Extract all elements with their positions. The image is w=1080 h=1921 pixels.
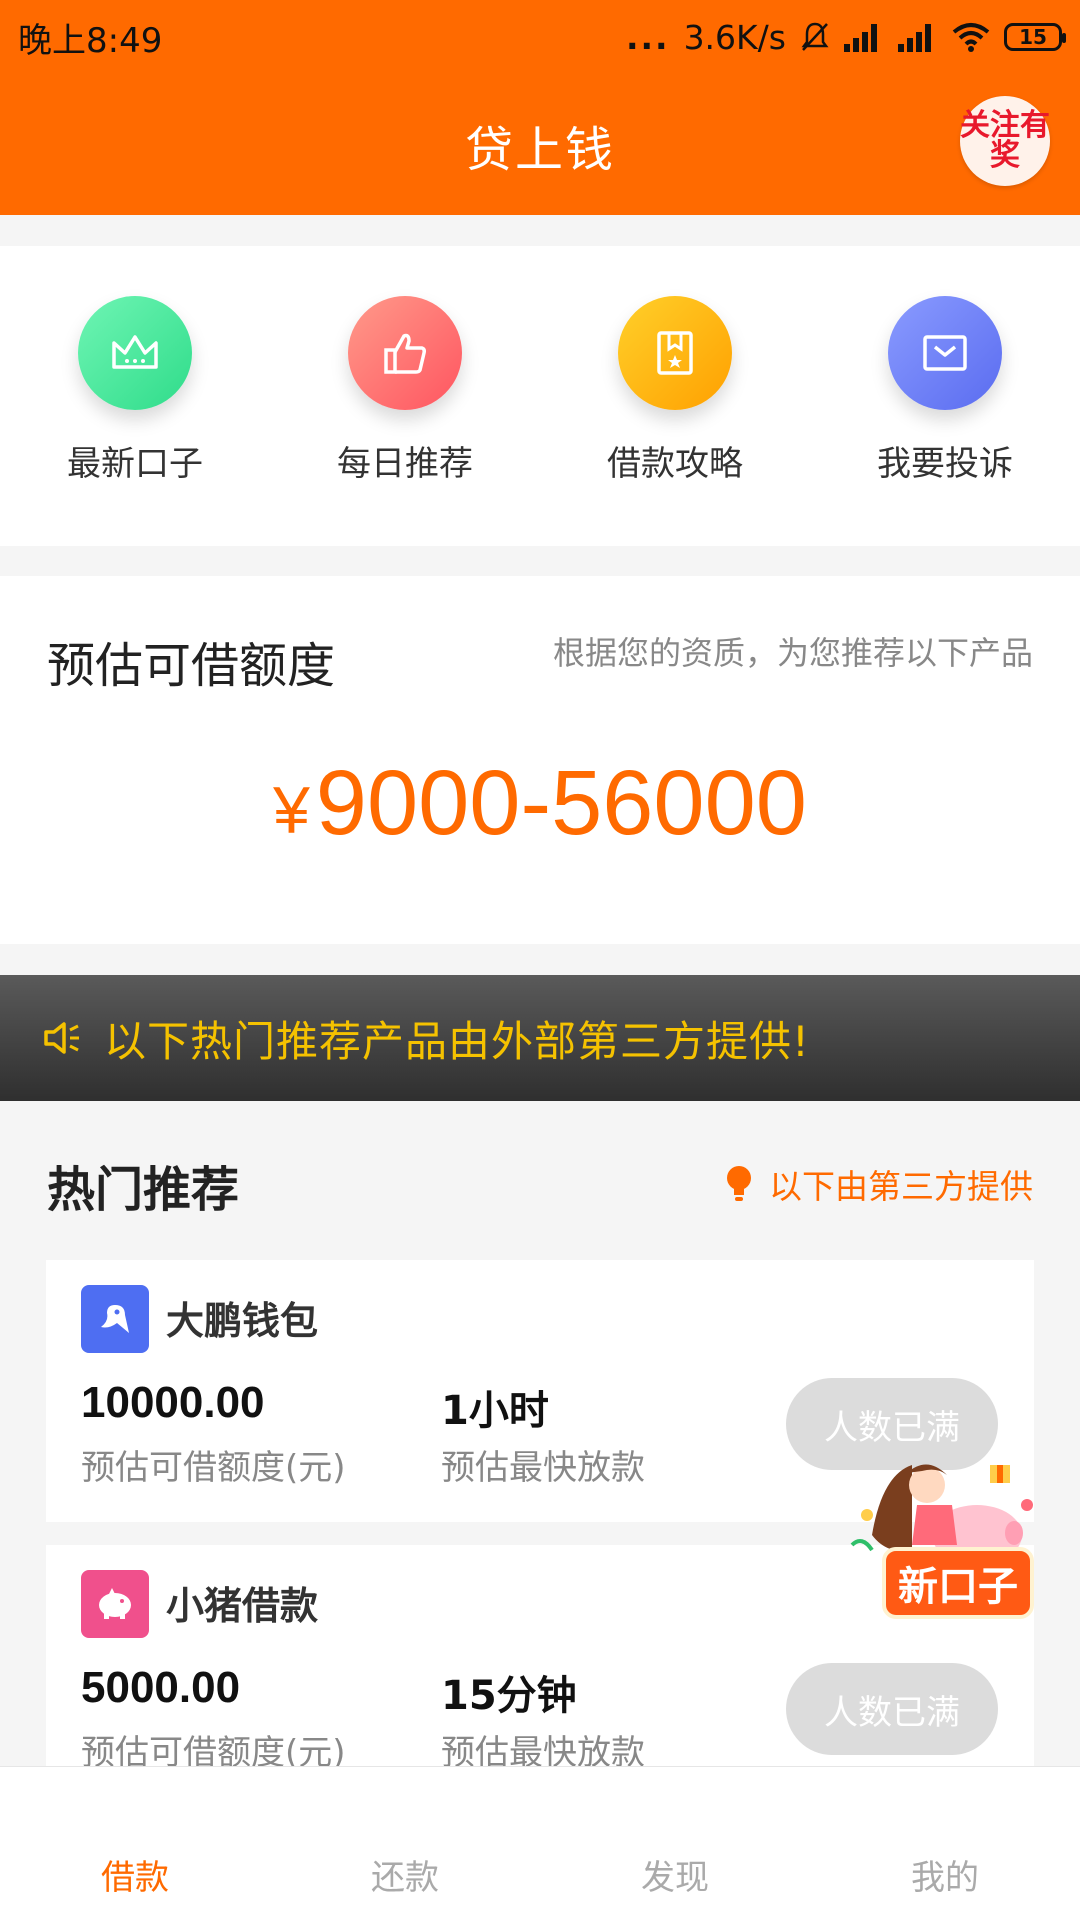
estimate-panel: 预估可借额度 根据您的资质，为您推荐以下产品 ¥9000-56000 [0, 576, 1080, 944]
float-ad-label: 新口子 [882, 1547, 1034, 1619]
quick-action-label: 最新口子 [67, 444, 203, 484]
nav-tab-repay[interactable]: 还款 [270, 1850, 540, 1921]
product-time: 1小时 [441, 1388, 549, 1434]
product-amount-label: 预估可借额度(元) [81, 1448, 346, 1488]
notice-text: 以下热门推荐产品由外部第三方提供! [104, 1016, 810, 1066]
battery-level: 15 [1019, 25, 1047, 49]
full-quota-button[interactable]: 人数已满 [786, 1663, 998, 1755]
crown-icon [78, 296, 192, 410]
quick-action-label: 每日推荐 [337, 444, 473, 484]
bird-logo-icon [81, 1285, 149, 1353]
speaker-icon [44, 1022, 79, 1054]
hot-note-text: 以下由第三方提供 [769, 1167, 1033, 1206]
hot-header: 热门推荐 以下由第三方提供 [0, 1102, 1080, 1262]
estimate-range: 9000-56000 [315, 752, 807, 854]
book-icon [618, 296, 732, 410]
nav-tab-borrow[interactable]: 借款 [0, 1850, 270, 1921]
thumbs-up-icon [348, 296, 462, 410]
piggy-logo-icon [81, 1570, 149, 1638]
estimate-note: 根据您的资质，为您推荐以下产品 [552, 634, 1033, 672]
nav-tab-mine[interactable]: 我的 [810, 1850, 1080, 1921]
follow-reward-badge[interactable]: 关注有奖 [960, 96, 1050, 186]
quick-action-guide[interactable]: 借款攻略 [575, 246, 775, 485]
lightbulb-icon [727, 1166, 751, 1201]
quick-action-complaint[interactable]: 我要投诉 [845, 246, 1045, 485]
nav-tab-discover[interactable]: 发现 [540, 1850, 810, 1921]
status-bar: 晚上8:49 ... 3.6K/s 15 [0, 0, 1080, 74]
estimate-title: 预估可借额度 [47, 638, 336, 694]
mute-bell-icon [801, 22, 829, 51]
battery-icon: 15 [1004, 23, 1066, 51]
mail-icon [888, 296, 1002, 410]
hot-title: 热门推荐 [47, 1162, 240, 1218]
quick-action-label: 借款攻略 [607, 444, 743, 484]
wifi-icon [952, 23, 990, 52]
hot-note: 以下由第三方提供 [725, 1160, 1033, 1208]
quick-action-daily[interactable]: 每日推荐 [305, 246, 505, 485]
product-time-label: 预估最快放款 [441, 1448, 645, 1488]
quick-action-label: 我要投诉 [877, 444, 1013, 484]
floating-new-loan-ad[interactable]: 新口子 [842, 1445, 1042, 1630]
product-time: 15分钟 [441, 1673, 577, 1719]
estimate-amount: ¥9000-56000 [0, 751, 1080, 856]
quick-action-newest[interactable]: 最新口子 [35, 246, 235, 485]
app-bar: 贷上钱 关注有奖 [0, 74, 1080, 215]
quick-actions-panel: 最新口子 每日推荐 借款攻略 我要投诉 [0, 246, 1080, 546]
product-name: 小猪借款 [166, 1584, 319, 1628]
product-amount: 10000.00 [81, 1378, 265, 1427]
status-time: 晚上8:49 [18, 20, 163, 61]
more-dots: ... [625, 17, 670, 57]
status-indicators: ... 3.6K/s 15 [625, 17, 1066, 57]
product-amount: 5000.00 [81, 1663, 241, 1712]
signal-icon [898, 22, 938, 52]
signal-icon [844, 22, 884, 52]
network-speed: 3.6K/s [683, 17, 786, 57]
currency-symbol: ¥ [273, 772, 310, 847]
app-title: 贷上钱 [464, 121, 615, 178]
product-name: 大鹏钱包 [166, 1299, 319, 1343]
notice-banner: 以下热门推荐产品由外部第三方提供! [0, 975, 1080, 1101]
bottom-nav: 借款 还款 发现 我的 [0, 1766, 1080, 1921]
